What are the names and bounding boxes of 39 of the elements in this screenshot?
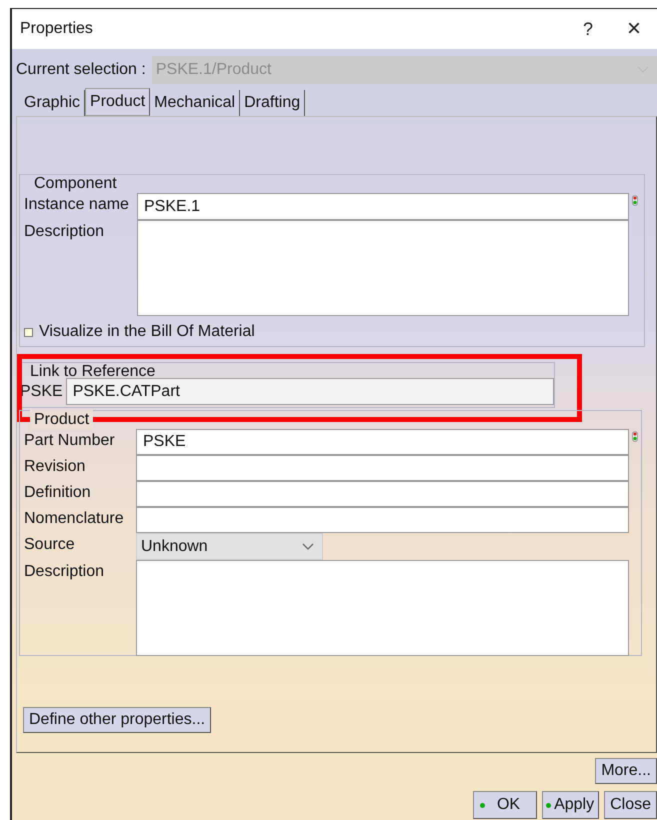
status-dot-icon (480, 802, 485, 808)
field-label: Description (24, 222, 106, 242)
checkbox[interactable] (24, 328, 33, 336)
text-field[interactable] (136, 481, 629, 507)
help-button[interactable]: ? (565, 11, 611, 47)
field-label: Instance name (24, 195, 130, 215)
group-title: Product (30, 410, 94, 430)
field-label: Definition (24, 483, 92, 503)
field-label: Revision (24, 457, 86, 477)
window-title: Properties (20, 20, 94, 38)
checkbox-label: Visualize in the Bill Of Material (39, 323, 255, 341)
dialog-button[interactable]: Close (604, 791, 657, 819)
tab[interactable]: Product (85, 88, 150, 116)
chevron-icon (302, 542, 314, 550)
field-label: PSKE (20, 382, 63, 400)
group-title: Component (33, 174, 118, 194)
tab[interactable]: Drafting (240, 90, 306, 116)
dialog-button[interactable]: Apply (542, 791, 600, 819)
close-button[interactable]: × (611, 11, 657, 47)
description-field[interactable] (136, 560, 629, 656)
status-dot-icon (546, 802, 552, 808)
field-label: Part Number (24, 431, 116, 451)
text-field[interactable]: PSKE (136, 429, 629, 455)
reference-field[interactable]: PSKE.CATPart (66, 378, 554, 405)
field-label: Source (24, 535, 76, 555)
more-button[interactable]: More... (595, 758, 657, 784)
current-selection-label: Current selection : (16, 61, 146, 79)
instance-name-field[interactable]: PSKE.1 (137, 193, 629, 220)
lock-status-icon (632, 431, 638, 442)
source-dropdown[interactable]: Unknown (136, 533, 323, 560)
dialog-button[interactable]: OK (472, 791, 538, 819)
text-field[interactable] (136, 455, 629, 481)
text-field[interactable] (136, 507, 629, 533)
description-field[interactable] (137, 220, 629, 316)
field-label: Nomenclature (24, 509, 125, 529)
define-properties-button[interactable]: Define other properties... (23, 707, 212, 733)
lock-status-icon (632, 195, 638, 206)
field-label: Description (24, 562, 106, 582)
tab[interactable]: Mechanical (150, 90, 240, 116)
